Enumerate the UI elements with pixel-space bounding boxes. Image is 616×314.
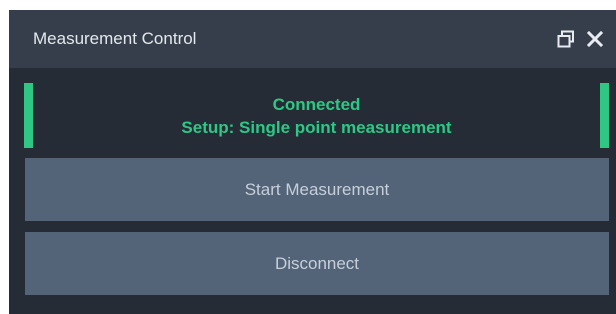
- status-accent-left: [24, 83, 33, 148]
- status-text: Connected Setup: Single point measuremen…: [33, 83, 600, 148]
- panel-title: Measurement Control: [33, 29, 197, 48]
- status-accent-right: [600, 83, 609, 148]
- connection-status-label: Connected: [272, 94, 361, 114]
- float-window-icon[interactable]: [557, 30, 575, 48]
- disconnect-button[interactable]: Disconnect: [25, 232, 609, 295]
- close-icon[interactable]: [585, 29, 605, 49]
- connection-status-box: Connected Setup: Single point measuremen…: [24, 83, 609, 148]
- measurement-control-panel: Measurement Control Connected Setup: Sin…: [9, 10, 616, 314]
- setup-label: Setup: Single point measurement: [181, 117, 452, 137]
- panel-content: Connected Setup: Single point measuremen…: [9, 68, 616, 314]
- start-measurement-button[interactable]: Start Measurement: [25, 158, 609, 221]
- panel-titlebar[interactable]: Measurement Control: [9, 10, 616, 68]
